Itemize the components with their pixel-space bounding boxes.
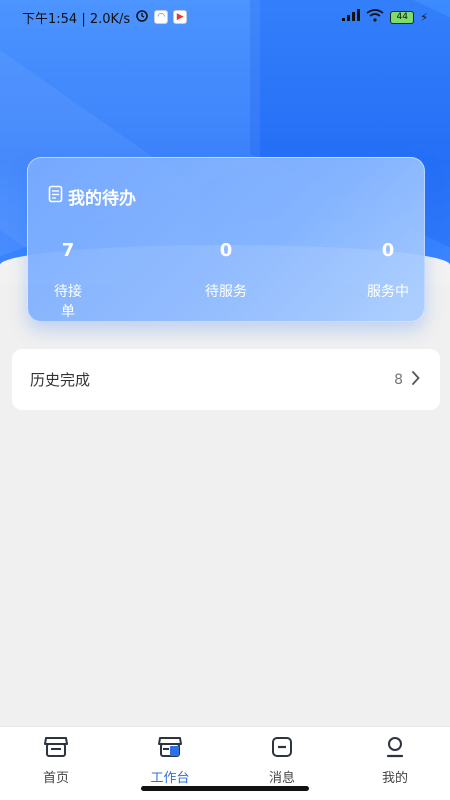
history-right: 8 bbox=[394, 370, 420, 389]
nav-home[interactable]: 首页 bbox=[16, 735, 96, 786]
profile-icon bbox=[383, 735, 407, 763]
stat-pending-accept[interactable]: 7 待接单 bbox=[48, 240, 88, 321]
status-left: 下午1:54 | 2.0K/s ◠ ▶ bbox=[22, 8, 188, 27]
nav-label: 首页 bbox=[42, 771, 69, 786]
alarm-icon bbox=[135, 8, 149, 26]
todo-title: 我的待办 bbox=[48, 184, 136, 209]
nav-label: 工作台 bbox=[150, 771, 190, 786]
nav-messages[interactable]: 消息 bbox=[242, 735, 322, 786]
stat-value: 0 bbox=[381, 240, 395, 261]
stat-label: 待服务 bbox=[205, 284, 247, 300]
home-indicator bbox=[141, 786, 309, 791]
history-count: 8 bbox=[394, 371, 403, 388]
status-bar: 下午1:54 | 2.0K/s ◠ ▶ 44 ⚡ bbox=[0, 0, 450, 34]
play-notification-icon: ▶ bbox=[173, 10, 188, 24]
wifi-icon bbox=[366, 8, 384, 26]
workbench-icon bbox=[157, 735, 183, 763]
message-icon bbox=[270, 735, 294, 763]
status-time: 下午1:54 | 2.0K/s bbox=[22, 11, 131, 27]
stat-value: 7 bbox=[61, 240, 75, 261]
nav-label: 消息 bbox=[268, 771, 295, 786]
app-notification-icon: ◠ bbox=[154, 10, 169, 24]
stat-pending-service[interactable]: 0 待服务 bbox=[196, 240, 256, 301]
history-completed-row[interactable]: 历史完成 8 bbox=[12, 349, 440, 410]
nav-profile[interactable]: 我的 bbox=[355, 735, 435, 786]
nav-label: 我的 bbox=[381, 771, 408, 786]
stat-in-service[interactable]: 0 服务中 bbox=[358, 240, 418, 301]
stat-label: 服务中 bbox=[367, 284, 409, 300]
status-right: 44 ⚡ bbox=[342, 8, 428, 26]
stat-label: 待接单 bbox=[54, 284, 82, 320]
nav-workbench[interactable]: 工作台 bbox=[130, 735, 210, 786]
stat-value: 0 bbox=[219, 240, 233, 261]
todo-card: 我的待办 7 待接单 0 待服务 0 服务中 bbox=[27, 157, 425, 322]
chevron-right-icon bbox=[411, 370, 420, 389]
charging-icon: ⚡ bbox=[420, 10, 428, 24]
todo-stats: 7 待接单 0 待服务 0 服务中 bbox=[28, 240, 424, 320]
shop-icon bbox=[43, 735, 69, 763]
signal-icon bbox=[342, 9, 361, 25]
document-icon bbox=[48, 185, 64, 208]
history-label: 历史完成 bbox=[30, 371, 91, 389]
battery-icon: 44 bbox=[390, 10, 415, 24]
todo-title-text: 我的待办 bbox=[68, 189, 136, 209]
